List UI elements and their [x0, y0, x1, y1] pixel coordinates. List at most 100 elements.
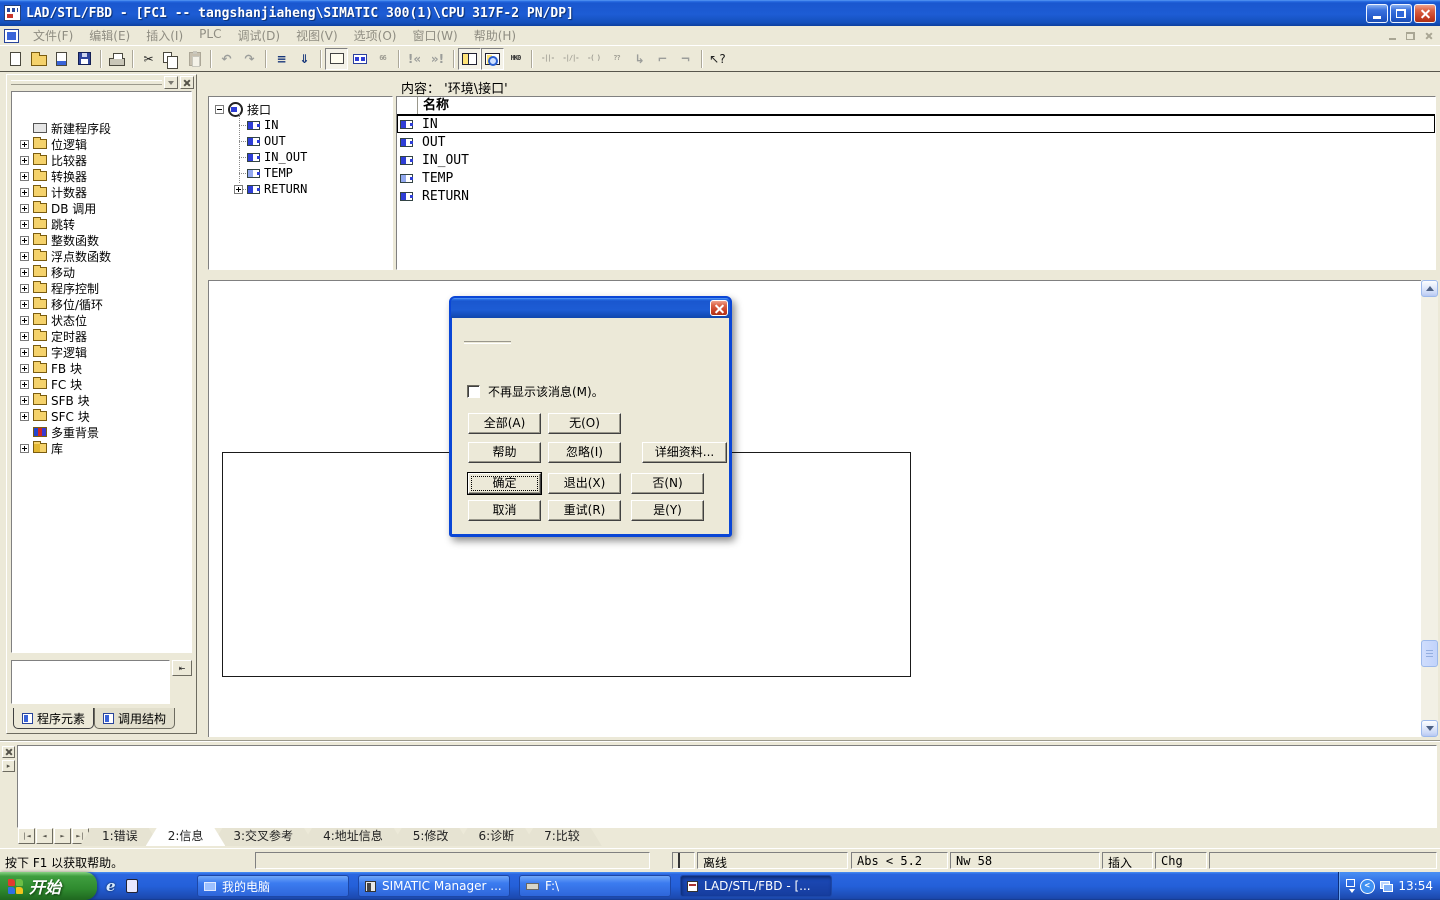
redo-icon[interactable]: ↷ — [238, 48, 261, 70]
start-button[interactable]: 开始 — [0, 872, 97, 900]
sidebar-tab[interactable]: 调用结构 — [94, 708, 175, 729]
close-branch-icon[interactable]: ¬ — [674, 48, 697, 70]
table-row[interactable]: IN_OUT — [397, 151, 1435, 169]
sidebar-tab[interactable]: 程序元素 — [13, 708, 94, 729]
dialog-close-button[interactable] — [710, 300, 728, 316]
scrollbar-thumb[interactable] — [1421, 640, 1438, 667]
help-cursor-icon[interactable]: ↖? — [706, 48, 729, 70]
output-tab[interactable]: 2:信息 — [146, 828, 226, 846]
sidebar-tree-item[interactable]: 程序控制 — [12, 280, 191, 296]
save-icon[interactable] — [73, 48, 96, 70]
menu-edit[interactable]: 编辑(E) — [81, 25, 138, 46]
expand-icon[interactable] — [20, 380, 29, 389]
panel-dropdown-button[interactable] — [164, 76, 178, 89]
contact-icon[interactable]: -||- — [536, 48, 559, 70]
sidebar-tree-item[interactable]: 库 — [12, 440, 191, 456]
sidebar-tree-item[interactable]: 移动 — [12, 264, 191, 280]
interface-section-item[interactable]: RETURN — [209, 181, 392, 197]
cut-icon[interactable]: ✂ — [137, 48, 160, 70]
expand-icon[interactable] — [20, 364, 29, 373]
quick-launch-icon[interactable] — [126, 879, 138, 893]
table-row[interactable]: TEMP — [397, 169, 1435, 187]
branch-down-icon[interactable]: ↳ — [628, 48, 651, 70]
first-page-button[interactable]: |◄ — [18, 828, 35, 844]
ignore-button[interactable]: 忽略(I) — [548, 442, 621, 463]
sidebar-tree-item[interactable]: 整数函数 — [12, 232, 191, 248]
output-tab[interactable]: 4:地址信息 — [301, 828, 405, 846]
expand-icon[interactable] — [20, 316, 29, 325]
sidebar-tree-item[interactable]: 计数器 — [12, 184, 191, 200]
no-button[interactable]: 否(N) — [631, 473, 704, 494]
restore-window-tray-icon[interactable] — [1346, 879, 1355, 887]
scroll-down-button[interactable] — [1421, 720, 1438, 737]
step-back-icon[interactable]: !« — [403, 48, 426, 70]
output-tab[interactable]: 3:交叉参考 — [211, 828, 315, 846]
detail-view-icon[interactable] — [481, 48, 504, 70]
sidebar-tree-item[interactable]: 跳转 — [12, 216, 191, 232]
open-branch-icon[interactable]: ⌐ — [651, 48, 674, 70]
expand-icon[interactable] — [20, 156, 29, 165]
expand-icon[interactable] — [20, 444, 29, 453]
menu-file[interactable]: 文件(F) — [25, 25, 81, 46]
interface-section-item[interactable]: IN_OUT — [209, 149, 392, 165]
next-page-button[interactable]: ► — [54, 828, 71, 844]
scroll-up-button[interactable] — [1421, 280, 1438, 297]
undo-icon[interactable]: ↶ — [215, 48, 238, 70]
step-forward-icon[interactable]: »! — [426, 48, 449, 70]
close-button[interactable] — [1414, 4, 1436, 23]
interface-section-item[interactable]: IN — [209, 117, 392, 133]
hide-icons-chevron[interactable]: < — [1360, 879, 1375, 894]
cancel-button[interactable]: 取消 — [468, 500, 541, 521]
all-button[interactable]: 全部(A) — [468, 413, 541, 434]
menu-help[interactable]: 帮助(H) — [466, 25, 524, 46]
mdi-minimize-button[interactable] — [1385, 29, 1400, 42]
output-pin-button[interactable]: ▸ — [2, 760, 15, 772]
new-icon[interactable] — [4, 48, 27, 70]
download-icon[interactable]: ⇓ — [293, 48, 316, 70]
task-simatic-manager[interactable]: SIMATIC Manager ... — [358, 875, 510, 897]
menu-plc[interactable]: PLC — [191, 25, 229, 46]
coil-icon[interactable]: -( ) — [582, 48, 605, 70]
internet-explorer-icon[interactable]: e — [106, 877, 116, 895]
restore-button[interactable] — [1390, 4, 1412, 23]
panel-close-button[interactable] — [180, 76, 194, 89]
expand-icon[interactable] — [20, 140, 29, 149]
vertical-scrollbar[interactable] — [1421, 280, 1438, 737]
open-icon[interactable] — [27, 48, 50, 70]
sidebar-tree-item[interactable]: 多重背景 — [12, 424, 191, 440]
expand-icon[interactable] — [234, 185, 243, 194]
sidebar-tree-item[interactable]: 状态位 — [12, 312, 191, 328]
address-box-icon[interactable] — [325, 48, 348, 70]
contact-negated-icon[interactable]: -|/|- — [559, 48, 582, 70]
sidebar-tree-item[interactable]: FB 块 — [12, 360, 191, 376]
network-tray-icon[interactable] — [1380, 881, 1394, 892]
interface-root-item[interactable]: 接口 — [209, 101, 392, 117]
prev-page-button[interactable]: ◄ — [36, 828, 53, 844]
output-content[interactable] — [17, 745, 1437, 828]
retry-button[interactable]: 重试(R) — [548, 500, 621, 521]
sidebar-tree-item[interactable]: 位逻辑 — [12, 136, 191, 152]
sidebar-tree-item[interactable]: DB 调用 — [12, 200, 191, 216]
expand-icon[interactable] — [20, 204, 29, 213]
collapse-icon[interactable] — [215, 105, 224, 114]
expand-icon[interactable] — [20, 332, 29, 341]
monitor-glasses-icon[interactable]: 66 — [371, 48, 394, 70]
sidebar-tree-item[interactable]: 字逻辑 — [12, 344, 191, 360]
menu-window[interactable]: 窗口(W) — [404, 25, 465, 46]
none-button[interactable]: 无(O) — [548, 413, 621, 434]
print-icon[interactable] — [105, 48, 128, 70]
overview-toggle-button[interactable]: ⇤ — [172, 660, 192, 676]
network-connections-icon[interactable] — [348, 48, 371, 70]
ok-button[interactable]: 确定 — [468, 473, 541, 494]
expand-icon[interactable] — [20, 396, 29, 405]
expand-icon[interactable] — [20, 172, 29, 181]
save-network-icon[interactable] — [50, 48, 73, 70]
task-lad-editor[interactable]: LAD/STL/FBD - [... — [680, 875, 832, 897]
expand-icon[interactable] — [20, 300, 29, 309]
help-button[interactable]: 帮助 — [468, 442, 541, 463]
name-column-header[interactable]: 名称 — [397, 97, 1435, 115]
menu-options[interactable]: 选项(O) — [346, 25, 405, 46]
mdi-close-button[interactable] — [1421, 29, 1436, 42]
yes-button[interactable]: 是(Y) — [631, 500, 704, 521]
dont-show-again-checkbox[interactable] — [467, 385, 480, 398]
